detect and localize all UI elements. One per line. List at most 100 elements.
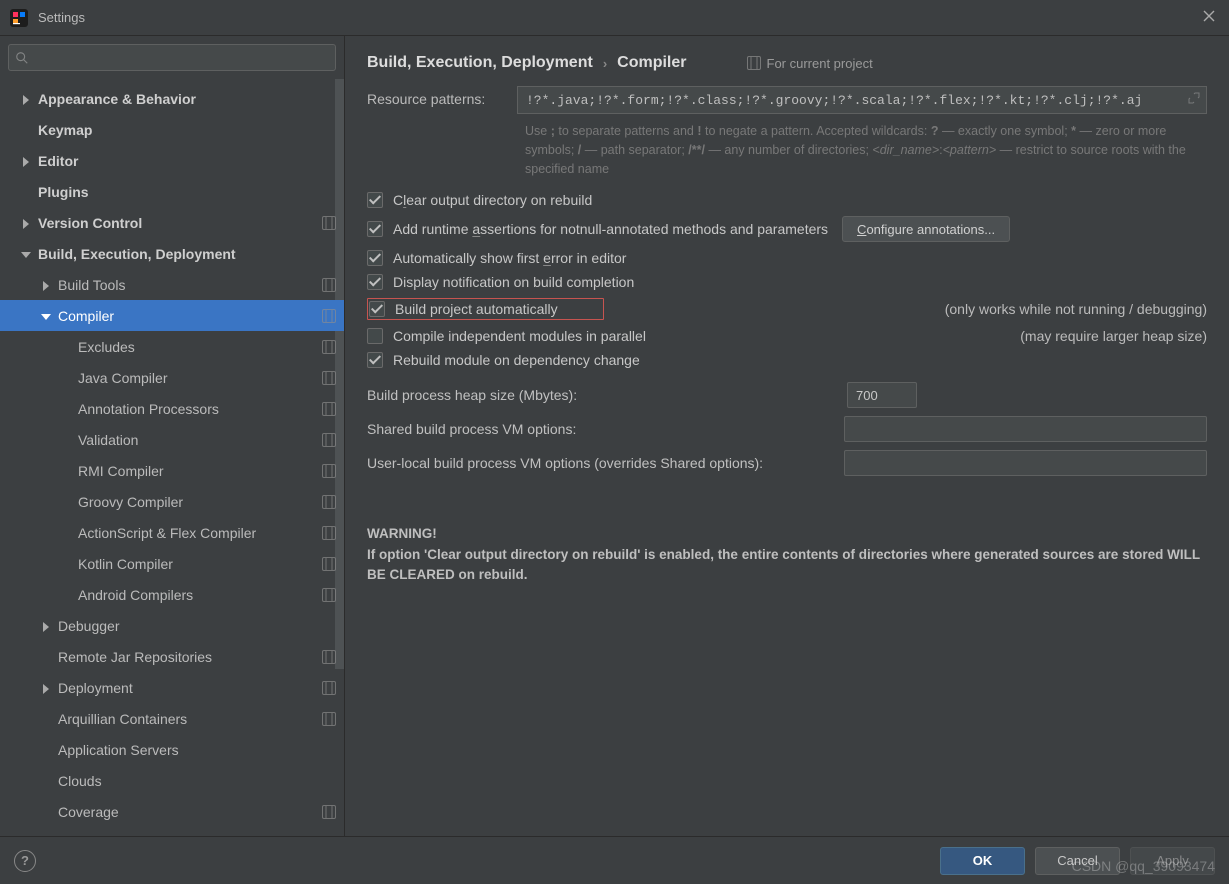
sidebar-item-label: Annotation Processors: [78, 401, 219, 417]
sidebar-item-label: Keymap: [38, 122, 92, 138]
resource-patterns-input[interactable]: !?*.java;!?*.form;!?*.class;!?*.groovy;!…: [517, 86, 1207, 114]
ok-button[interactable]: OK: [940, 847, 1025, 875]
sidebar-item-plugins[interactable]: Plugins: [0, 176, 344, 207]
sidebar-item-label: RMI Compiler: [78, 463, 164, 479]
sidebar-item-android-compilers[interactable]: Android Compilers: [0, 579, 344, 610]
chevron-down-icon: [20, 248, 32, 260]
breadcrumb-a[interactable]: Build, Execution, Deployment: [367, 54, 593, 72]
sidebar-item-label: Version Control: [38, 215, 142, 231]
sidebar-item-remote-jar-repositories[interactable]: Remote Jar Repositories: [0, 641, 344, 672]
chevron-none-icon: [60, 527, 72, 539]
sidebar-item-annotation-processors[interactable]: Annotation Processors: [0, 393, 344, 424]
chevron-none-icon: [60, 589, 72, 601]
project-scope-icon: [322, 650, 336, 664]
sidebar-item-build-execution-deployment[interactable]: Build, Execution, Deployment: [0, 238, 344, 269]
rebuild-dependency-checkbox[interactable]: [367, 352, 383, 368]
sidebar-item-appearance-behavior[interactable]: Appearance & Behavior: [0, 83, 344, 114]
project-scope-icon: [322, 526, 336, 540]
sidebar-item-java-compiler[interactable]: Java Compiler: [0, 362, 344, 393]
sidebar-item-label: Build, Execution, Deployment: [38, 246, 236, 262]
project-scope-icon: [322, 712, 336, 726]
chevron-none-icon: [40, 713, 52, 725]
breadcrumb: Build, Execution, Deployment › Compiler …: [367, 54, 1207, 72]
chevron-none-icon: [60, 558, 72, 570]
project-scope-icon: [322, 588, 336, 602]
resource-patterns-label: Resource patterns:: [367, 86, 517, 107]
user-vm-label: User-local build process VM options (ove…: [367, 455, 844, 471]
compile-parallel-checkbox[interactable]: [367, 328, 383, 344]
warning-block: WARNING! If option 'Clear output directo…: [367, 484, 1207, 585]
heap-size-input[interactable]: [847, 382, 917, 408]
chevron-none-icon: [60, 341, 72, 353]
sidebar-item-editor[interactable]: Editor: [0, 145, 344, 176]
sidebar-item-build-tools[interactable]: Build Tools: [0, 269, 344, 300]
apply-button[interactable]: Apply: [1130, 847, 1215, 875]
chevron-none-icon: [60, 403, 72, 415]
display-notification-checkbox[interactable]: [367, 274, 383, 290]
build-auto-checkbox[interactable]: [369, 301, 385, 317]
shared-vm-input[interactable]: [844, 416, 1207, 442]
breadcrumb-sep: ›: [603, 56, 607, 71]
sidebar-item-label: Arquillian Containers: [58, 711, 187, 727]
clear-output-label: Clear output directory on rebuild: [393, 192, 592, 208]
patterns-help: Use ; to separate patterns and ! to nega…: [525, 122, 1205, 178]
sidebar-item-application-servers[interactable]: Application Servers: [0, 734, 344, 765]
sidebar-item-label: Build Tools: [58, 277, 125, 293]
sidebar-item-arquillian-containers[interactable]: Arquillian Containers: [0, 703, 344, 734]
sidebar-item-keymap[interactable]: Keymap: [0, 114, 344, 145]
clear-output-checkbox[interactable]: [367, 192, 383, 208]
auto-show-error-label: Automatically show first error in editor: [393, 250, 626, 266]
sidebar-item-kotlin-compiler[interactable]: Kotlin Compiler: [0, 548, 344, 579]
chevron-right-icon: [20, 93, 32, 105]
help-button[interactable]: ?: [14, 850, 36, 872]
chevron-right-icon: [40, 620, 52, 632]
sidebar-item-version-control[interactable]: Version Control: [0, 207, 344, 238]
chevron-right-icon: [40, 279, 52, 291]
main-content: Build, Execution, Deployment › Compiler …: [345, 36, 1229, 836]
chevron-right-icon: [20, 217, 32, 229]
project-scope-icon: [322, 495, 336, 509]
sidebar-item-validation[interactable]: Validation: [0, 424, 344, 455]
runtime-assertions-checkbox[interactable]: [367, 221, 383, 237]
chevron-none-icon: [60, 496, 72, 508]
expand-icon[interactable]: [1188, 92, 1200, 108]
compile-parallel-aside: (may require larger heap size): [1000, 328, 1207, 344]
chevron-none-icon: [20, 124, 32, 136]
sidebar-item-label: Debugger: [58, 618, 120, 634]
search-input[interactable]: [8, 44, 336, 71]
chevron-none-icon: [40, 744, 52, 756]
configure-annotations-button[interactable]: Configure annotations...: [842, 216, 1010, 242]
chevron-none-icon: [40, 806, 52, 818]
project-scope-icon: [322, 805, 336, 819]
sidebar-item-label: Excludes: [78, 339, 135, 355]
project-scope-icon: [322, 309, 336, 323]
shared-vm-label: Shared build process VM options:: [367, 421, 844, 437]
search-field[interactable]: [35, 50, 329, 65]
sidebar-item-deployment[interactable]: Deployment: [0, 672, 344, 703]
sidebar-item-clouds[interactable]: Clouds: [0, 765, 344, 796]
sidebar-item-coverage[interactable]: Coverage: [0, 796, 344, 827]
chevron-none-icon: [60, 465, 72, 477]
sidebar-item-excludes[interactable]: Excludes: [0, 331, 344, 362]
sidebar-item-compiler[interactable]: Compiler: [0, 300, 344, 331]
sidebar-item-label: Deployment: [58, 680, 133, 696]
user-vm-input[interactable]: [844, 450, 1207, 476]
chevron-none-icon: [60, 434, 72, 446]
project-scope-icon: [322, 402, 336, 416]
project-scope-icon: [747, 56, 761, 70]
sidebar-item-actionscript-flex-compiler[interactable]: ActionScript & Flex Compiler: [0, 517, 344, 548]
chevron-right-icon: [20, 155, 32, 167]
warning-body: If option 'Clear output directory on reb…: [367, 545, 1207, 586]
cancel-button[interactable]: Cancel: [1035, 847, 1120, 875]
window-title: Settings: [38, 10, 85, 25]
auto-show-error-checkbox[interactable]: [367, 250, 383, 266]
app-icon: [10, 9, 28, 27]
sidebar-item-label: Coverage: [58, 804, 119, 820]
breadcrumb-b: Compiler: [617, 54, 686, 72]
sidebar-item-debugger[interactable]: Debugger: [0, 610, 344, 641]
sidebar-item-label: ActionScript & Flex Compiler: [78, 525, 256, 541]
close-icon[interactable]: [1199, 5, 1219, 30]
sidebar-item-rmi-compiler[interactable]: RMI Compiler: [0, 455, 344, 486]
chevron-down-icon: [40, 310, 52, 322]
sidebar-item-groovy-compiler[interactable]: Groovy Compiler: [0, 486, 344, 517]
